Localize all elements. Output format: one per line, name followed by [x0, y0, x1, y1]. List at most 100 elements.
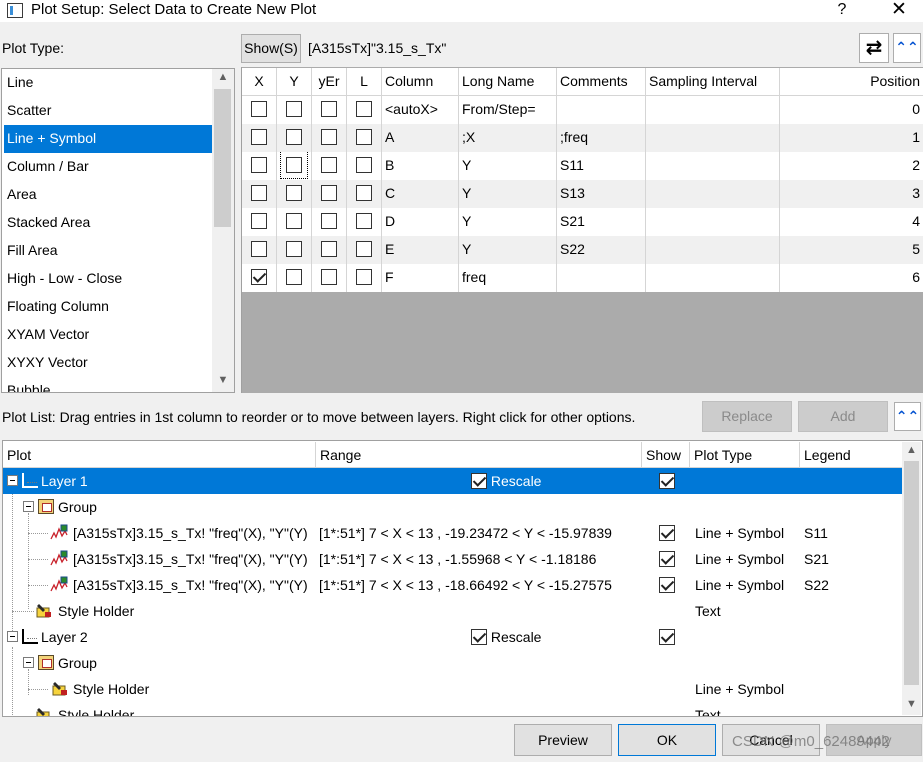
scroll-thumb[interactable]: [214, 89, 231, 227]
plot-type-list[interactable]: Line Scatter Line + Symbol Column / Bar …: [1, 68, 235, 393]
plot-type-scatter[interactable]: Scatter: [4, 97, 212, 125]
x-checkbox[interactable]: [251, 156, 267, 173]
l-checkbox[interactable]: [356, 156, 372, 173]
yer-checkbox[interactable]: [321, 184, 337, 201]
column-row[interactable]: D Y S21 4: [242, 208, 923, 236]
collapse-up-icon[interactable]: ⌃⌃: [893, 33, 921, 63]
show-button[interactable]: Show(S): [241, 34, 301, 63]
tree-style-holder-1[interactable]: Style Holder Text: [3, 598, 903, 624]
rescale-toggle[interactable]: Rescale: [471, 624, 541, 650]
x-checkbox-cell[interactable]: [242, 180, 277, 208]
x-checkbox-cell[interactable]: [242, 236, 277, 264]
plot-type-line[interactable]: Line: [4, 69, 212, 97]
x-checkbox-cell[interactable]: [242, 152, 277, 180]
yer-checkbox-cell[interactable]: [312, 180, 347, 208]
tree-layer-2[interactable]: Layer 2 Rescale: [3, 624, 903, 650]
plot-type-column-bar[interactable]: Column / Bar: [4, 153, 212, 181]
x-checkbox[interactable]: [251, 240, 267, 257]
yer-checkbox[interactable]: [321, 268, 337, 285]
x-checkbox-cell[interactable]: [242, 208, 277, 236]
layer-show-toggle[interactable]: [659, 468, 675, 494]
collapse-icon[interactable]: [23, 657, 34, 668]
yer-checkbox-cell[interactable]: [312, 124, 347, 152]
scroll-up-icon[interactable]: ▲: [212, 71, 234, 83]
preview-button[interactable]: Preview: [514, 724, 612, 756]
yer-checkbox-cell[interactable]: [312, 152, 347, 180]
l-checkbox-cell[interactable]: [347, 236, 382, 264]
ok-button[interactable]: OK: [618, 724, 716, 756]
l-checkbox-cell[interactable]: [347, 96, 382, 124]
show-checkbox[interactable]: [659, 524, 675, 541]
plot-type-bubble[interactable]: Bubble: [4, 377, 212, 392]
collapse-icon[interactable]: [23, 501, 34, 512]
scroll-up-icon[interactable]: ▲: [902, 444, 921, 456]
plot-type-area[interactable]: Area: [4, 181, 212, 209]
l-checkbox-cell[interactable]: [347, 180, 382, 208]
plot-type-fill-area[interactable]: Fill Area: [4, 237, 212, 265]
swap-icon[interactable]: ⇄: [859, 33, 889, 63]
y-checkbox[interactable]: [286, 100, 302, 117]
l-checkbox[interactable]: [356, 184, 372, 201]
tree-style-holder-3[interactable]: Style Holder Text: [3, 702, 903, 716]
column-row[interactable]: Ffreq 6: [242, 264, 923, 292]
tree-plot-row[interactable]: [A315sTx]3.15_s_Tx! "freq"(X), "Y"(Y) [1*…: [3, 520, 903, 546]
column-row[interactable]: A ;X ;freq 1: [242, 124, 923, 152]
plot-type-xyxy-vector[interactable]: XYXY Vector: [4, 349, 212, 377]
x-checkbox[interactable]: [251, 128, 267, 145]
l-checkbox-cell[interactable]: [347, 208, 382, 236]
tree-layer-1[interactable]: Layer 1 Rescale: [3, 468, 903, 494]
y-checkbox-cell[interactable]: [277, 208, 312, 236]
show-checkbox[interactable]: [659, 576, 675, 593]
yer-checkbox[interactable]: [321, 212, 337, 229]
l-checkbox-cell[interactable]: [347, 124, 382, 152]
show-checkbox[interactable]: [659, 472, 675, 489]
y-checkbox[interactable]: [286, 212, 302, 229]
collapse-icon[interactable]: [7, 475, 18, 486]
y-checkbox-cell[interactable]: [277, 180, 312, 208]
tree-style-holder-2[interactable]: Style Holder Line + Symbol: [3, 676, 903, 702]
tree-plot-row[interactable]: [A315sTx]3.15_s_Tx! "freq"(X), "Y"(Y) [1*…: [3, 546, 903, 572]
x-checkbox-cell[interactable]: [242, 96, 277, 124]
x-checkbox[interactable]: [251, 268, 267, 285]
yer-checkbox-cell[interactable]: [312, 208, 347, 236]
y-checkbox[interactable]: [286, 128, 302, 145]
column-row[interactable]: <autoX> From/Step= 0: [242, 96, 923, 124]
y-checkbox[interactable]: [286, 268, 302, 285]
scroll-down-icon[interactable]: ▼: [902, 698, 921, 710]
plot-type-floating-column[interactable]: Floating Column: [4, 293, 212, 321]
tree-group-1[interactable]: Group: [3, 494, 903, 520]
column-row[interactable]: C Y S13 3: [242, 180, 923, 208]
tree-plot-row[interactable]: [A315sTx]3.15_s_Tx! "freq"(X), "Y"(Y) [1*…: [3, 572, 903, 598]
replace-button[interactable]: Replace: [702, 401, 792, 432]
l-checkbox[interactable]: [356, 212, 372, 229]
x-checkbox[interactable]: [251, 184, 267, 201]
help-button[interactable]: ?: [828, 0, 856, 22]
plot-type-line-symbol[interactable]: Line + Symbol: [4, 125, 212, 153]
yer-checkbox-cell[interactable]: [312, 236, 347, 264]
x-checkbox-cell[interactable]: [242, 124, 277, 152]
l-checkbox-cell[interactable]: [347, 264, 382, 292]
yer-checkbox-cell[interactable]: [312, 96, 347, 124]
yer-checkbox[interactable]: [321, 240, 337, 257]
y-checkbox-cell[interactable]: [277, 264, 312, 292]
l-checkbox[interactable]: [356, 240, 372, 257]
rescale-toggle[interactable]: Rescale: [471, 468, 541, 494]
x-checkbox[interactable]: [251, 212, 267, 229]
tree-group-2[interactable]: Group: [3, 650, 903, 676]
rescale-checkbox[interactable]: [471, 472, 487, 489]
add-button[interactable]: Add: [798, 401, 888, 432]
yer-checkbox[interactable]: [321, 100, 337, 117]
l-checkbox-cell[interactable]: [347, 152, 382, 180]
y-checkbox-cell[interactable]: [277, 124, 312, 152]
x-checkbox[interactable]: [251, 100, 267, 117]
plot-show-toggle[interactable]: [659, 520, 675, 546]
plot-show-toggle[interactable]: [659, 546, 675, 572]
y-checkbox[interactable]: [286, 240, 302, 257]
x-checkbox-cell[interactable]: [242, 264, 277, 292]
show-checkbox[interactable]: [659, 550, 675, 567]
l-checkbox[interactable]: [356, 128, 372, 145]
y-checkbox-cell[interactable]: [277, 152, 312, 180]
y-checkbox[interactable]: [280, 152, 308, 179]
plot-type-high-low-close[interactable]: High - Low - Close: [4, 265, 212, 293]
plot-list-tree[interactable]: Plot Range Show Plot Type Legend Layer 1…: [2, 440, 923, 717]
